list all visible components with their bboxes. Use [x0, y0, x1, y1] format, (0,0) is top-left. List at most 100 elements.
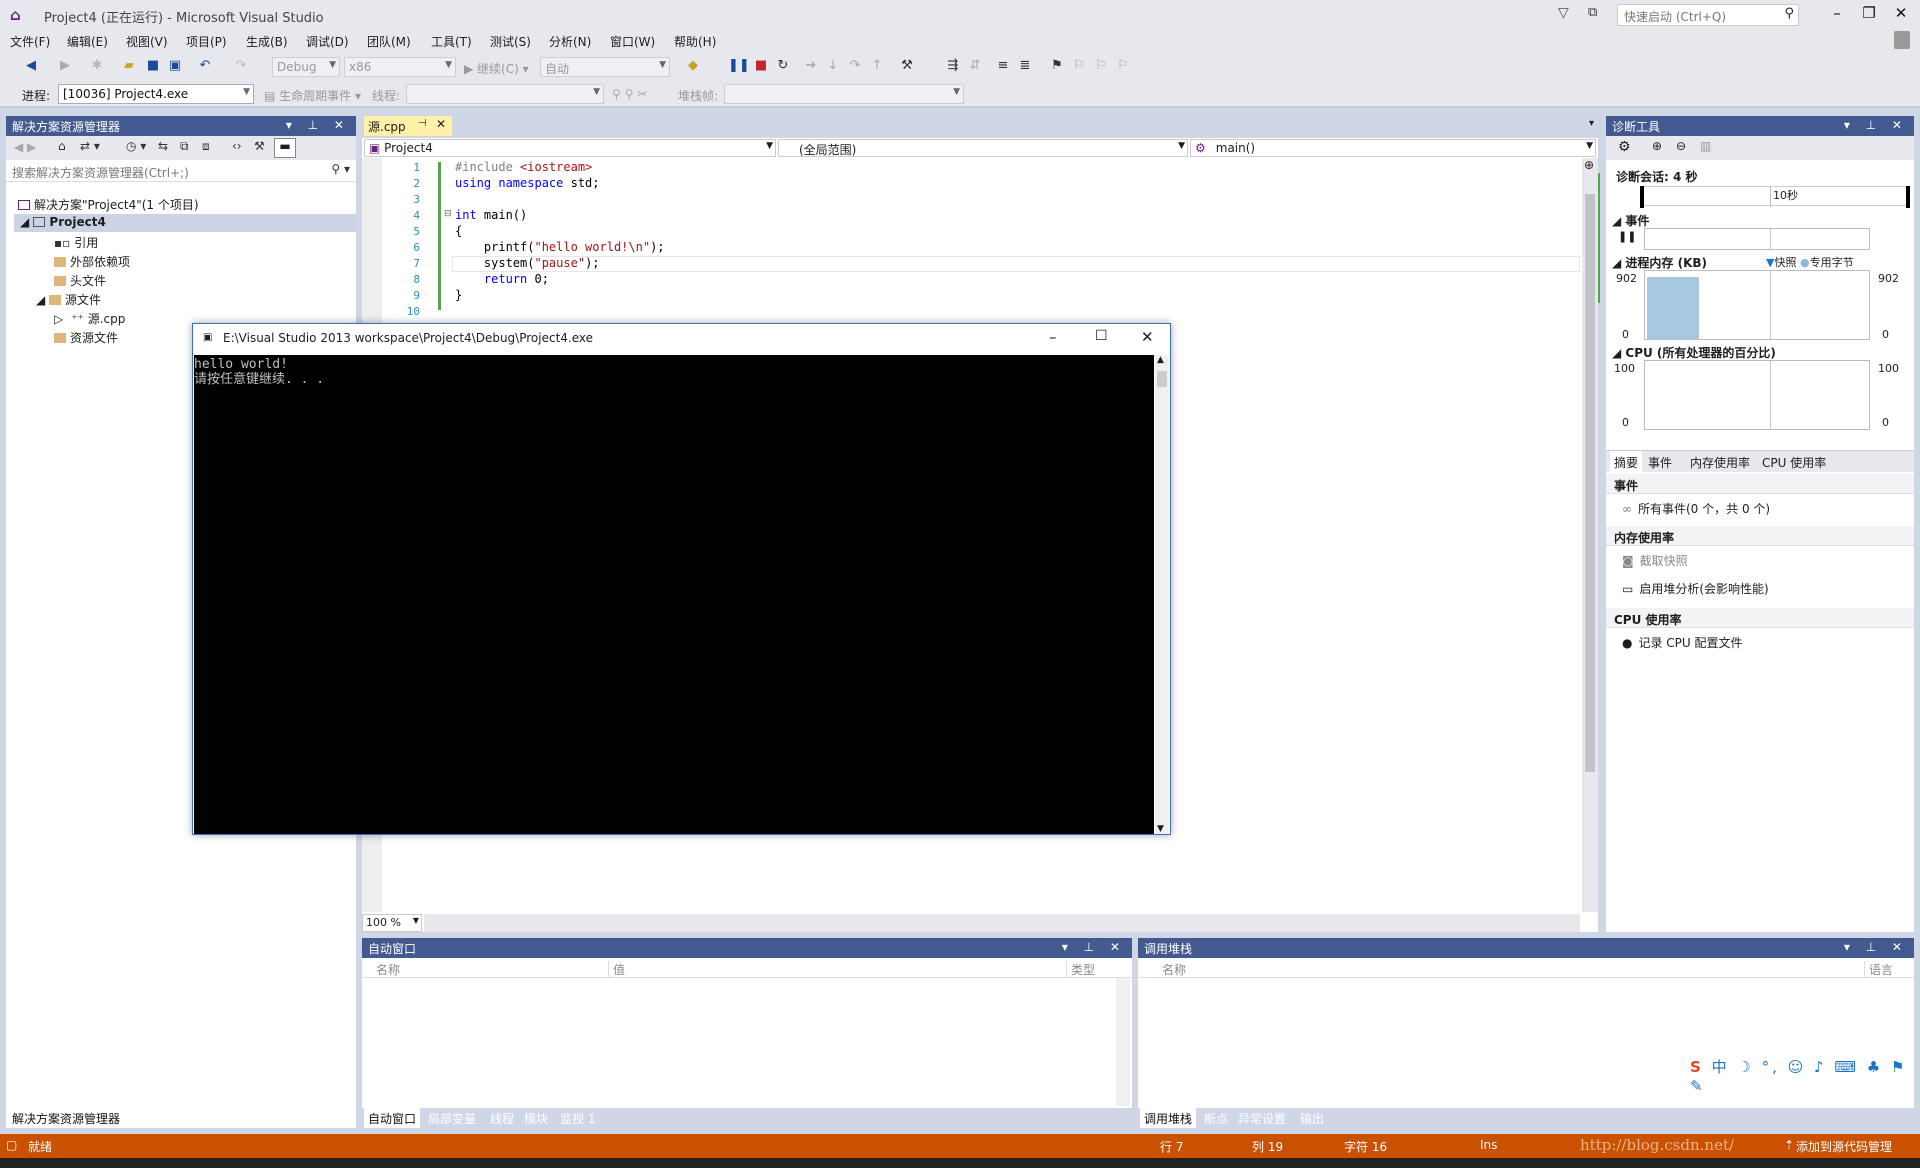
nav-scope-select[interactable]: (全局范围) ▼: [778, 139, 1188, 157]
panel-controls[interactable]: ▾ ⊥ ✕: [1844, 118, 1908, 132]
home-icon[interactable]: ⌂: [58, 139, 66, 153]
config-select[interactable]: Debug ▼: [272, 57, 340, 77]
diag-tab-memory[interactable]: 内存使用率: [1690, 454, 1750, 471]
diag-tab-events[interactable]: 事件: [1648, 454, 1672, 471]
timeline-end-handle[interactable]: [1906, 186, 1910, 208]
step-into-icon[interactable]: ↓: [824, 57, 842, 77]
tree-references[interactable]: ▪▫ 引用: [54, 234, 98, 251]
tab-output[interactable]: 输出: [1296, 1108, 1328, 1128]
menu-help[interactable]: 帮助(H): [674, 33, 716, 50]
save-icon[interactable]: ■: [144, 57, 162, 77]
filter-icon[interactable]: ▽: [1558, 5, 1569, 21]
show-next-statement-icon[interactable]: ➔: [802, 57, 820, 77]
take-snapshot-button[interactable]: ◙ 截取快照: [1622, 552, 1688, 569]
feedback-icon[interactable]: ⧉: [1588, 5, 1597, 20]
stackframe-select[interactable]: ▼: [724, 84, 964, 104]
tab-class-view[interactable]: 类视图: [128, 1108, 172, 1128]
close-button[interactable]: ✕: [1141, 328, 1154, 346]
stop-icon[interactable]: ■: [752, 57, 770, 77]
menu-team[interactable]: 团队(M): [367, 33, 411, 50]
pause-icon[interactable]: ❚❚: [728, 57, 750, 77]
tab-locals[interactable]: 局部变量: [424, 1108, 480, 1128]
prev-bookmark-icon[interactable]: ⚐: [1070, 57, 1088, 77]
tree-solution[interactable]: 解决方案"Project4"(1 个项目): [18, 196, 199, 213]
tab-modules[interactable]: 模块: [520, 1108, 552, 1128]
menu-debug[interactable]: 调试(D): [306, 33, 349, 50]
thread-icon[interactable]: ⇶: [944, 57, 962, 77]
add-to-source-control[interactable]: 添加到源代码管理: [1796, 1138, 1892, 1155]
col-name[interactable]: 名称: [1162, 961, 1186, 978]
clear-bookmark-icon[interactable]: ⚐: [1114, 57, 1132, 77]
process-select[interactable]: [10036] Project4.exe ▼: [58, 84, 254, 104]
col-language[interactable]: 语言: [1864, 961, 1893, 978]
close-icon[interactable]: ✕: [436, 117, 446, 131]
nav-member-select[interactable]: ⚙ main() ▼: [1190, 139, 1596, 157]
collapse-outline-icon[interactable]: ⊟: [444, 209, 452, 219]
tree-resource-files[interactable]: 资源文件: [54, 329, 118, 346]
maximize-button[interactable]: ☐: [1095, 328, 1108, 344]
tree-header-files[interactable]: 头文件: [54, 272, 106, 289]
menu-window[interactable]: 窗口(W): [610, 33, 655, 50]
panel-controls[interactable]: ▾ ⊥ ✕: [1062, 940, 1126, 954]
zoom-select[interactable]: 100 % ▼: [362, 914, 422, 932]
continue-button[interactable]: ▶ 继续(C) ▾: [464, 60, 529, 77]
back-icon[interactable]: ◀: [22, 57, 40, 77]
menu-view[interactable]: 视图(V): [126, 33, 168, 50]
next-bookmark-icon[interactable]: ⚐: [1092, 57, 1110, 77]
account-icon[interactable]: [1894, 31, 1910, 49]
console-output[interactable]: hello world! 请按任意键继续. . .: [194, 355, 1154, 834]
open-file-icon[interactable]: ▰: [120, 57, 138, 77]
back-icon[interactable]: ◀ ▶: [14, 140, 36, 154]
step-over-icon[interactable]: ↷: [846, 57, 864, 77]
collapse-icon[interactable]: ⧉: [180, 139, 189, 154]
tab-watch1[interactable]: 监视 1: [556, 1108, 599, 1128]
split-icon[interactable]: ⊕: [1584, 158, 1594, 172]
undo-icon[interactable]: ↶: [196, 57, 214, 77]
close-button[interactable]: ✕: [1888, 4, 1914, 22]
attach-icon[interactable]: ◆: [684, 57, 702, 77]
chevron-up-icon[interactable]: ▲: [1157, 355, 1164, 365]
refresh-icon[interactable]: ⇆: [158, 139, 168, 153]
menu-test[interactable]: 测试(S): [490, 33, 531, 50]
restart-icon[interactable]: ↻: [774, 57, 792, 77]
thread-select[interactable]: ▼: [406, 84, 604, 104]
heap-profiling-button[interactable]: ▭ 启用堆分析(会影响性能): [1622, 580, 1769, 597]
new-project-icon[interactable]: ✱: [88, 57, 106, 77]
tree-source-files[interactable]: ◢ 源文件: [36, 291, 101, 308]
preview-icon[interactable]: ▬: [274, 138, 296, 158]
tab-autos[interactable]: 自动窗口: [364, 1108, 421, 1128]
quick-launch-input[interactable]: 快速启动 (Ctrl+Q) ⚲: [1617, 4, 1799, 26]
tree-source-cpp[interactable]: ▷ ⁺⁺ 源.cpp: [54, 310, 125, 327]
all-events-link[interactable]: ∞ 所有事件(0 个，共 0 个): [1622, 500, 1770, 517]
editor-hscroll[interactable]: [424, 914, 1580, 932]
console-scrollbar[interactable]: ▲ ▼: [1155, 355, 1169, 834]
bookmark-icon[interactable]: ⚑: [1048, 57, 1066, 77]
uncomment-icon[interactable]: ≣: [1016, 57, 1034, 77]
tree-project[interactable]: ◢ Project4: [14, 214, 356, 232]
menu-file[interactable]: 文件(F): [10, 33, 50, 50]
col-type[interactable]: 类型: [1066, 961, 1095, 978]
tree-external-deps[interactable]: 外部依赖项: [54, 253, 130, 270]
save-all-icon[interactable]: ▣: [166, 57, 184, 77]
panel-controls[interactable]: ▾ ⊥ ✕: [1844, 940, 1908, 954]
pin-icon[interactable]: ⊣: [418, 118, 427, 129]
menu-tools[interactable]: 工具(T): [431, 33, 472, 50]
ime-toolbar[interactable]: S 中 ☽ °, ☺ ♪ ⌨ ♣ ⚑ ✎: [1690, 1056, 1910, 1095]
step-out-icon[interactable]: ↑: [868, 57, 886, 77]
editor-vscroll[interactable]: ⊕: [1582, 158, 1598, 912]
reset-view-icon[interactable]: ▥: [1700, 139, 1711, 153]
comment-icon[interactable]: ≡: [994, 57, 1012, 77]
tab-threads[interactable]: 线程: [486, 1108, 518, 1128]
flag-icons[interactable]: ⚲ ⚲ ✂: [612, 87, 647, 101]
menu-build[interactable]: 生成(B): [246, 33, 288, 50]
auto-select[interactable]: 自动 ▼: [540, 57, 670, 77]
col-value[interactable]: 值: [608, 961, 625, 978]
diag-tab-summary[interactable]: 摘要: [1610, 451, 1643, 473]
lifecycle-events-button[interactable]: ▤ 生命周期事件 ▾: [264, 87, 361, 104]
tab-breakpoints[interactable]: 断点: [1200, 1108, 1232, 1128]
chevron-down-icon[interactable]: ▼: [1157, 824, 1164, 834]
forward-icon[interactable]: ▶: [56, 57, 74, 77]
solution-search-input[interactable]: 搜索解决方案资源管理器(Ctrl+;) ⚲ ▾: [6, 160, 356, 182]
redo-icon[interactable]: ↷: [232, 57, 250, 77]
stack-icon[interactable]: ⇵: [966, 57, 984, 77]
